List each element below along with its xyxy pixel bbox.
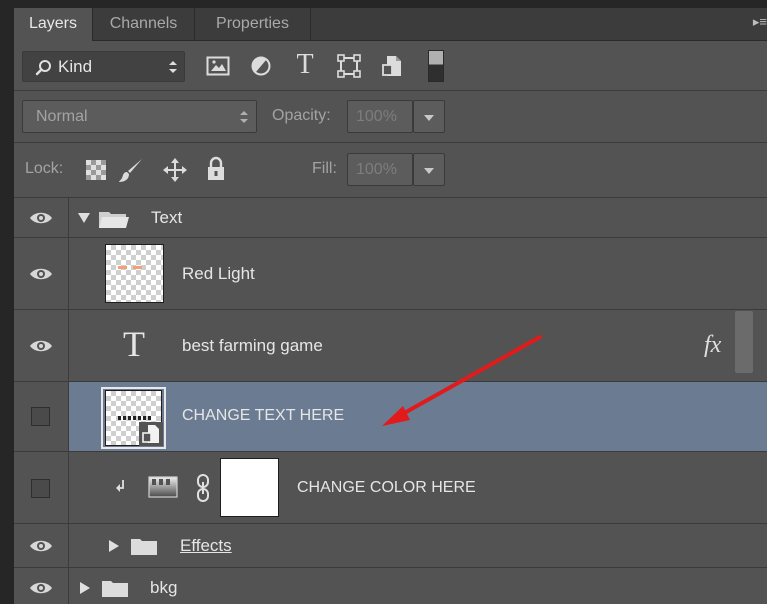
chevron-updown-icon <box>240 111 248 123</box>
kind-filter-select[interactable]: Kind <box>22 51 185 82</box>
lock-row: Lock: Fill: 100% <box>14 143 767 198</box>
panel-tab-bar: Layers Channels Properties ▸≡ <box>14 8 767 41</box>
chevron-down-icon <box>424 168 434 174</box>
filter-row: Kind T <box>14 41 767 91</box>
opacity-label: Opacity: <box>272 107 331 124</box>
blend-row: Normal Opacity: 100% <box>14 91 767 143</box>
opacity-value: 100% <box>356 108 397 125</box>
lock-image-pixels-brush-icon[interactable] <box>118 158 144 184</box>
shape-filter-icon[interactable] <box>337 54 361 78</box>
tab-channels[interactable]: Channels <box>93 8 195 40</box>
lock-all-icon[interactable] <box>206 156 226 182</box>
search-icon <box>35 60 51 76</box>
fill-label: Fill: <box>312 160 337 177</box>
smart-object-filter-icon[interactable] <box>380 54 404 78</box>
lock-label: Lock: <box>25 160 64 177</box>
layers-list: Text Red Light T best farming game fx CH… <box>14 198 767 604</box>
blend-mode-select[interactable]: Normal <box>22 100 257 133</box>
layers-panel: Layers Channels Properties ▸≡ Kind T Nor… <box>14 8 767 604</box>
image-filter-icon[interactable] <box>206 55 230 77</box>
panel-menu-icon[interactable]: ▸≡ <box>745 14 767 34</box>
fill-input[interactable]: 100% <box>347 153 413 186</box>
chevron-down-icon <box>424 115 434 121</box>
app-frame: Layers Channels Properties ▸≡ Kind T Nor… <box>0 0 767 604</box>
type-filter-icon[interactable]: T <box>292 49 318 81</box>
fill-dropdown-button[interactable] <box>413 153 445 186</box>
tab-layers[interactable]: Layers <box>14 8 93 41</box>
chevron-updown-icon <box>169 61 177 73</box>
annotation-arrow <box>382 335 542 426</box>
opacity-dropdown-button[interactable] <box>413 100 445 133</box>
lock-position-move-icon[interactable] <box>162 157 188 183</box>
lock-transparent-pixels-icon[interactable] <box>86 160 106 180</box>
tab-properties[interactable]: Properties <box>195 8 311 40</box>
filter-toggle-icon[interactable] <box>428 50 444 82</box>
kind-filter-label: Kind <box>58 57 93 76</box>
fill-value: 100% <box>356 161 397 178</box>
adjustment-filter-icon[interactable] <box>250 55 272 77</box>
opacity-input[interactable]: 100% <box>347 100 413 133</box>
blend-mode-value: Normal <box>36 108 88 125</box>
